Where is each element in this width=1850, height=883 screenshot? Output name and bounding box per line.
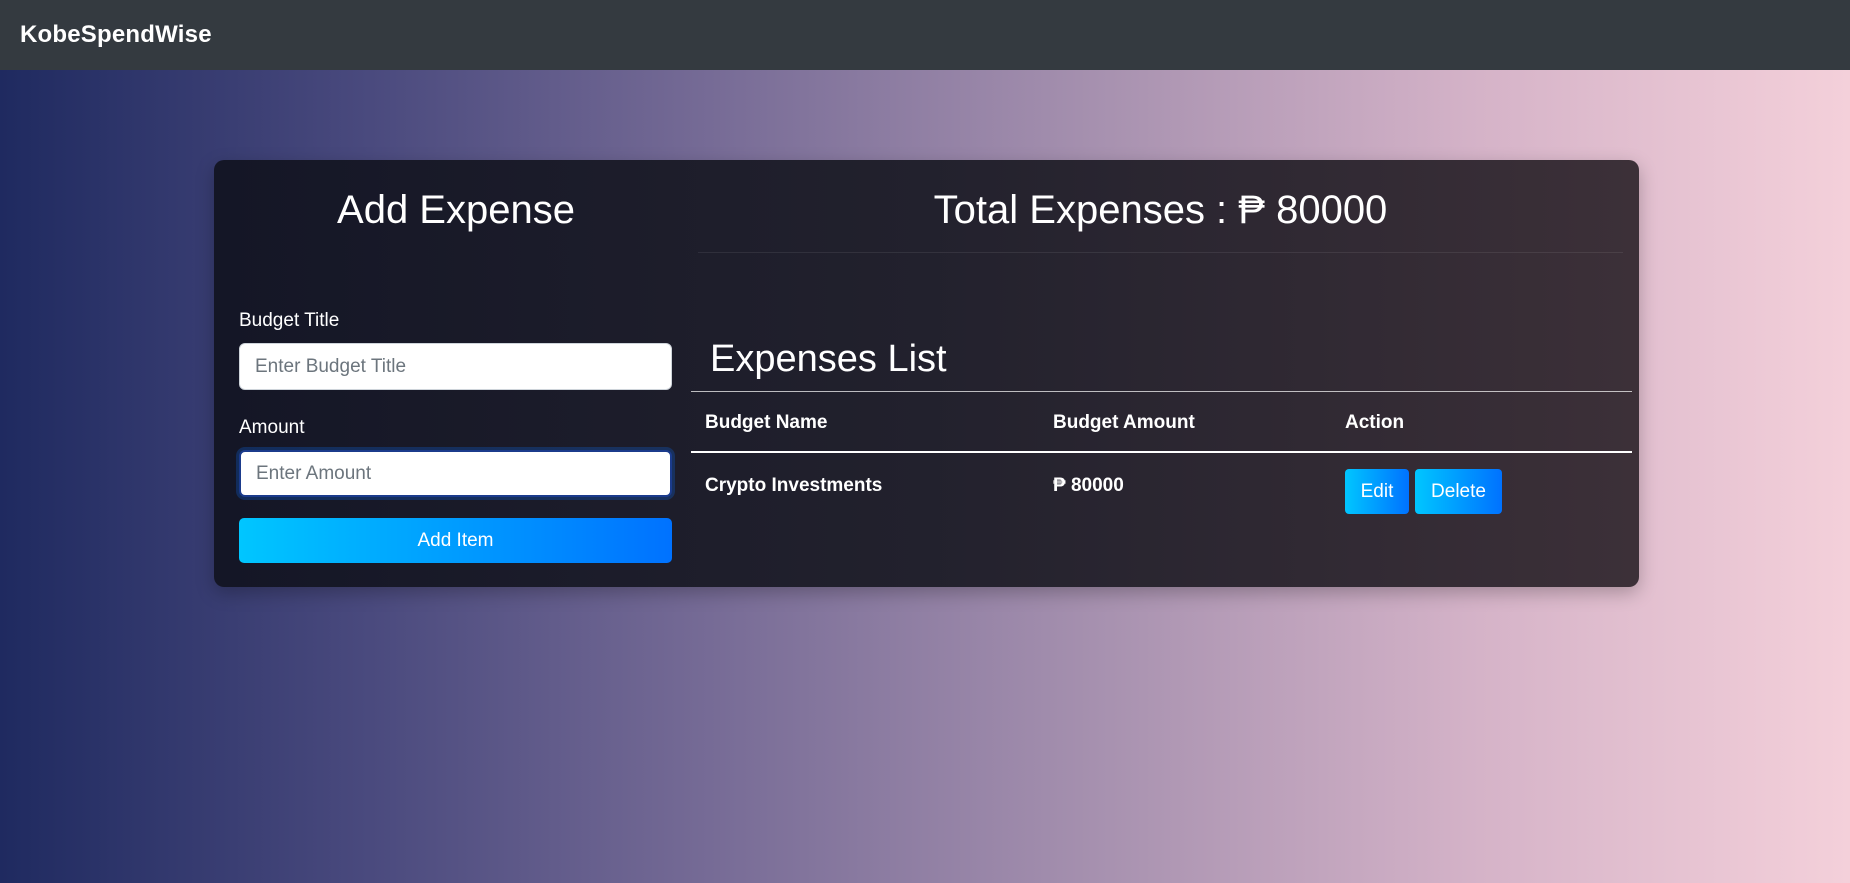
expenses-list-title: Expenses List [710,338,947,380]
delete-button[interactable]: Delete [1415,469,1502,514]
row-budget-name: Crypto Investments [705,475,883,496]
table-header: Budget Name Budget Amount Action [691,391,1632,453]
brand-logo[interactable]: KobeSpendWise [20,21,212,49]
row-budget-amount: ₱ 80000 [1053,475,1124,496]
edit-button[interactable]: Edit [1345,469,1409,514]
amount-label: Amount [239,417,305,438]
total-expenses-heading: Total Expenses : ₱ 80000 [933,188,1388,232]
add-item-button[interactable]: Add Item [239,518,672,563]
budget-title-label: Budget Title [239,310,340,331]
heading-divider [698,252,1623,253]
column-header-action: Action [1345,412,1405,433]
column-header-budget-name: Budget Name [705,412,828,433]
table-row: Crypto Investments ₱ 80000 Edit Delete [691,453,1632,523]
navbar: KobeSpendWise [0,0,1850,70]
amount-input[interactable] [239,450,672,497]
expense-card: Add Expense Total Expenses : ₱ 80000 Bud… [214,160,1639,587]
column-header-budget-amount: Budget Amount [1053,412,1195,433]
expenses-table: Budget Name Budget Amount Action Crypto … [691,391,1632,523]
add-expense-heading: Add Expense [337,188,575,232]
budget-title-input[interactable] [239,343,672,390]
